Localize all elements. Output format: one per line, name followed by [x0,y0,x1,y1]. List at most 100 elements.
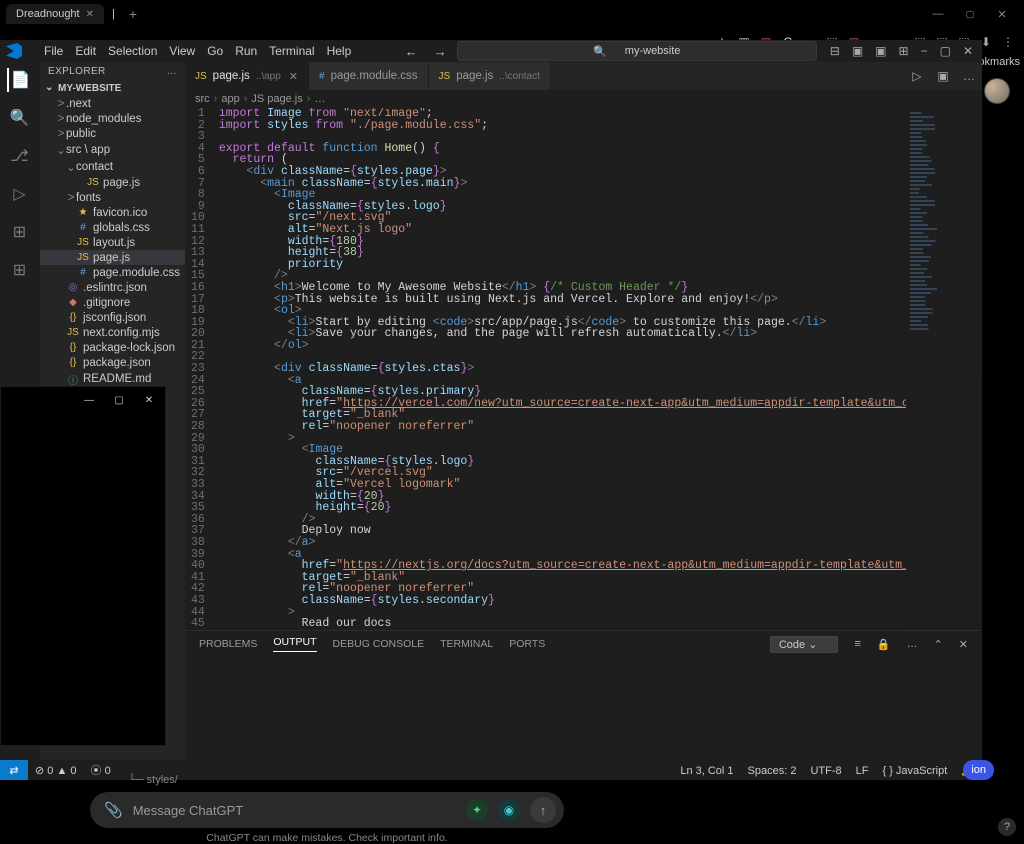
tree-item[interactable]: ◆.gitignore [40,295,185,310]
menu-go[interactable]: Go [201,42,229,60]
browser-tab[interactable]: Dreadnought ✕ [6,4,104,24]
chat-input[interactable]: 📎 Message ChatGPT ✦ ◉ ↑ [90,792,564,828]
breadcrumb[interactable]: src›app›JS page.js›… [185,90,982,108]
panel-tab-debug console[interactable]: DEBUG CONSOLE [333,638,425,650]
tree-item[interactable]: ★favicon.ico [40,205,185,220]
tree-item[interactable]: JSnext.config.mjs [40,325,185,340]
panel-tab-output[interactable]: OUTPUT [273,636,316,652]
window-close[interactable]: ✕ [986,4,1018,24]
editor-tab[interactable]: JSpage.js..\contact [429,62,551,90]
status-item[interactable]: { } JavaScript [875,765,954,777]
breadcrumb-item[interactable]: JS page.js [251,93,302,105]
chat-pill-2[interactable]: ◉ [498,799,520,821]
breadcrumb-item[interactable]: app [221,93,239,105]
ion-pill[interactable]: ion [963,760,994,780]
tree-item[interactable]: {}package-lock.json [40,340,185,355]
explorer-header: EXPLORER … [40,62,185,81]
status-item[interactable]: Ln 3, Col 1 [673,765,740,777]
panel-tab-ports[interactable]: PORTS [509,638,545,650]
titlebar-icon[interactable]: ⊟ [827,44,843,58]
titlebar-icon[interactable]: ▣ [849,44,866,58]
search-icon: 🔍 [587,43,613,60]
status-item[interactable]: Spaces: 2 [741,765,804,777]
overlay-maximize[interactable]: ▢ [107,391,131,409]
menu-view[interactable]: View [163,42,201,60]
activity-icon[interactable]: ⊞ [8,258,32,282]
tree-item[interactable]: {}package.json [40,355,185,370]
overlay-close[interactable]: ✕ [137,391,161,409]
project-name[interactable]: MY-WEBSITE [40,81,185,96]
status-item[interactable]: LF [849,765,876,777]
panel-action-icon[interactable]: ✕ [959,638,968,651]
titlebar-icon[interactable]: ✕ [960,44,976,58]
vscode-logo-icon [6,43,22,59]
menu-terminal[interactable]: Terminal [263,42,320,60]
window-maximize[interactable]: ▢ [954,4,986,24]
panel-action-icon[interactable]: 🔒 [877,638,891,651]
editor-tab[interactable]: JSpage.js..\app✕ [185,62,309,90]
editor-action-icon[interactable]: ▷ [904,62,930,90]
panel-action-icon[interactable]: ≡ [854,638,860,650]
code-editor[interactable]: 1import Image from "next/image";2import … [185,108,906,630]
menu-file[interactable]: File [38,42,69,60]
titlebar-icon[interactable]: − [918,44,931,58]
close-icon[interactable]: ✕ [86,9,94,20]
nav-back-icon[interactable]: ← [399,42,424,61]
tree-item[interactable]: ◎.eslintrc.json [40,280,185,295]
tree-item[interactable]: >.next [40,96,185,111]
titlebar-icon[interactable]: ▣ [872,44,889,58]
breadcrumb-item[interactable]: … [314,93,325,105]
activity-icon[interactable]: ⊞ [8,220,32,244]
tree-item[interactable]: >public [40,126,185,141]
tree-item[interactable]: JSlayout.js [40,235,185,250]
menu-selection[interactable]: Selection [102,42,163,60]
editor-tab[interactable]: #page.module.css [309,62,429,90]
send-button[interactable]: ↑ [530,797,556,823]
explorer-actions[interactable]: … [167,66,177,77]
activity-icon[interactable]: ⎇ [8,144,32,168]
tree-item[interactable]: #globals.css [40,220,185,235]
help-button[interactable]: ? [998,818,1016,836]
remote-indicator[interactable]: ⇄ [0,760,28,780]
chat-path: └─ styles/ [90,774,564,792]
tree-item[interactable]: #page.module.css [40,265,185,280]
status-item[interactable]: UTF-8 [803,765,848,777]
tree-item[interactable]: JSpage.js [40,250,185,265]
new-tab-button[interactable]: + [129,6,137,22]
panel-tab-problems[interactable]: PROBLEMS [199,638,257,650]
minimap[interactable] [906,108,982,630]
breadcrumb-item[interactable]: src [195,93,210,105]
activity-icon[interactable]: 🔍 [8,106,32,130]
activity-icon[interactable]: ▷ [8,182,32,206]
tree-item[interactable]: >node_modules [40,111,185,126]
panel-selector[interactable]: Code ⌄ [770,636,839,653]
titlebar-icon[interactable]: ▢ [937,44,954,58]
activity-icon[interactable]: 📄 [7,68,31,92]
extension-icon[interactable]: ⋮ [998,32,1018,52]
chat-pill-1[interactable]: ✦ [466,799,488,821]
tree-item[interactable]: ⌄contact [40,158,185,175]
nav-fwd-icon[interactable]: → [428,42,453,61]
profile-avatar[interactable] [984,78,1010,104]
status-item[interactable]: ⊘ 0 ▲ 0 [28,765,84,777]
tree-item[interactable]: >fonts [40,190,185,205]
panel-action-icon[interactable]: … [907,638,918,650]
menu-edit[interactable]: Edit [69,42,102,60]
tree-item[interactable]: JSpage.js [40,175,185,190]
menu-run[interactable]: Run [229,42,263,60]
menu-help[interactable]: Help [321,42,358,60]
panel-action-icon[interactable]: ⌃ [934,638,943,651]
editor-tabs: JSpage.js..\app✕#page.module.cssJSpage.j… [185,62,982,90]
panel-tab-terminal[interactable]: TERMINAL [440,638,493,650]
close-icon[interactable]: ✕ [289,70,298,83]
attach-icon[interactable]: 📎 [104,801,123,819]
editor-action-icon[interactable]: ▣ [930,62,956,90]
command-center[interactable]: 🔍 my-website [457,41,817,61]
tree-item[interactable]: {}jsconfig.json [40,310,185,325]
browser-tab-bar: Dreadnought ✕ | + — ▢ ✕ [0,0,1024,28]
window-minimize[interactable]: — [922,4,954,24]
tree-item[interactable]: ⌄src \ app [40,141,185,158]
editor-action-icon[interactable]: … [956,62,982,90]
titlebar-icon[interactable]: ⊞ [896,44,912,58]
overlay-minimize[interactable]: — [77,391,101,409]
